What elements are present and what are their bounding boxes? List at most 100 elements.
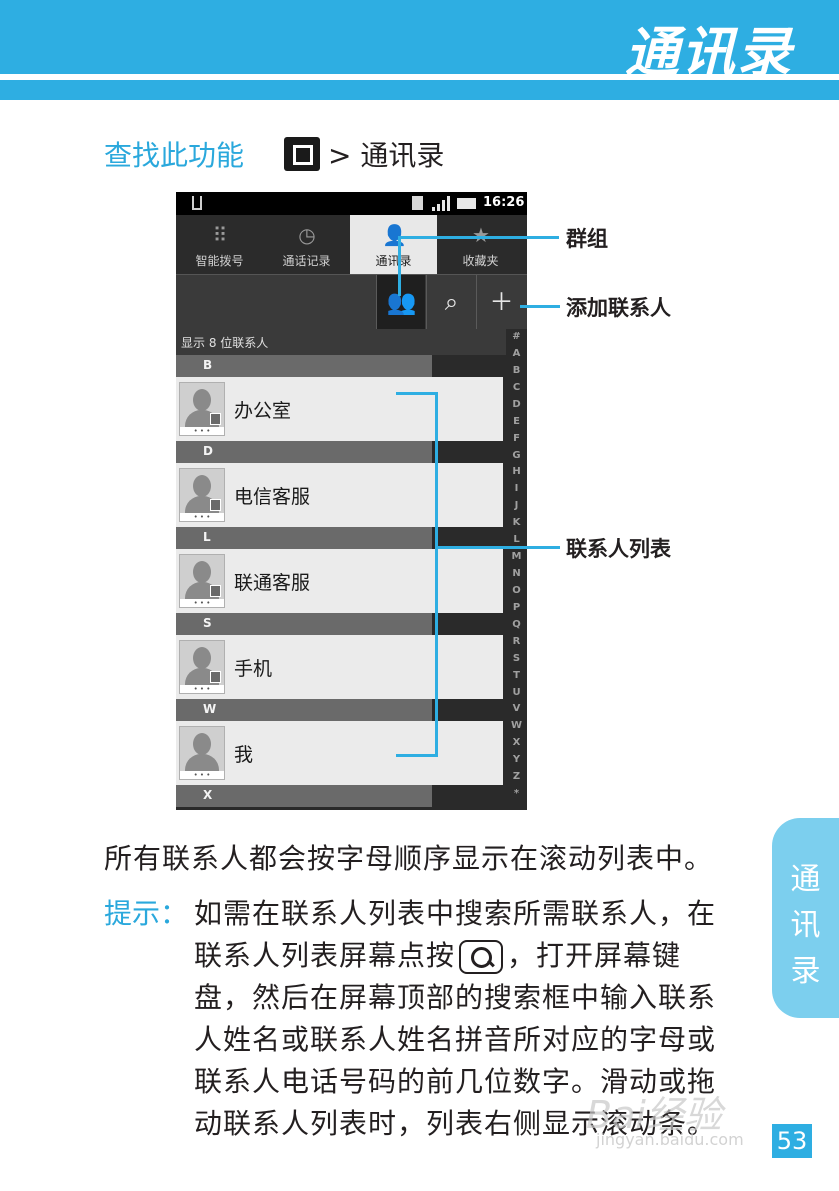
contact-list[interactable]: 显示 8 位联系人 B • • • 办公室 D • • • 电信客服 L • •… (176, 329, 527, 810)
callout-groups: 群组 (566, 227, 608, 251)
section-letter: B (203, 358, 213, 372)
alpha-index-letter[interactable]: K (506, 517, 527, 528)
section-letter: X (203, 788, 213, 802)
page-number: 53 (772, 1124, 812, 1158)
list-item[interactable]: • • • 联通客服 (176, 549, 503, 613)
alpha-index-letter[interactable]: H (506, 466, 527, 477)
avatar-dots: • • • (180, 599, 224, 607)
star-icon: ★ (472, 223, 490, 247)
search-button[interactable]: ⌕ (426, 275, 475, 330)
section-header: W (176, 699, 432, 721)
callout-add-contact: 添加联系人 (566, 296, 671, 320)
alpha-index-letter[interactable]: J (506, 500, 527, 511)
alpha-index-letter[interactable]: Y (506, 754, 527, 765)
tab-bar: ⠿ 智能拨号 ◷ 通话记录 👤 通讯录 ★ 收藏夹 (176, 215, 527, 274)
tab-call-log[interactable]: ◷ 通话记录 (263, 215, 350, 274)
battery-icon (457, 198, 476, 209)
alpha-index-letter[interactable]: B (506, 365, 527, 376)
side-tab-char: 录 (790, 954, 821, 989)
sim-card-icon (210, 413, 221, 425)
tip-line-4: 人姓名或联系人姓名拼音所对应的字母或 (194, 1023, 717, 1056)
alpha-index-letter[interactable]: Z (506, 771, 527, 782)
alpha-index-letter[interactable]: V (506, 703, 527, 714)
avatar-dots: • • • (180, 513, 224, 521)
intro-text: 所有联系人都会按字母顺序显示在滚动列表中。 (104, 842, 714, 875)
find-feature-label: 查找此功能 (104, 139, 245, 172)
contact-name: 我 (234, 744, 254, 766)
sim-card-icon (210, 671, 221, 683)
alpha-index-letter[interactable]: C (506, 382, 527, 393)
alpha-index-letter[interactable]: G (506, 450, 527, 461)
status-bar: 16:26 (176, 192, 527, 215)
search-key-icon (459, 940, 504, 974)
section-letter: S (203, 616, 212, 630)
tab-label: 通话记录 (282, 254, 331, 268)
section-header: S (176, 613, 432, 635)
alpha-index-letter[interactable]: F (506, 433, 527, 444)
contact-name: 手机 (234, 658, 273, 680)
list-item[interactable]: • • • 办公室 (176, 377, 503, 441)
list-item[interactable]: • • • 我 (176, 721, 503, 785)
dialpad-icon: ⠿ (212, 223, 228, 247)
contacts-toolbar: 👥 ⌕ ＋ (176, 274, 527, 330)
contact-count-bar: 显示 8 位联系人 (176, 329, 506, 355)
sim-card-icon (210, 585, 221, 597)
avatar-dots: • • • (180, 427, 224, 435)
avatar-dots: • • • (180, 771, 224, 779)
alpha-index-letter[interactable]: L (506, 534, 527, 545)
plus-icon: ＋ (489, 288, 514, 316)
sim-card-icon (210, 499, 221, 511)
home-key-icon (284, 137, 320, 171)
search-icon: ⌕ (444, 288, 459, 316)
sim-icon (412, 196, 423, 210)
avatar: • • • (179, 726, 225, 780)
callout-line-add (520, 305, 560, 308)
alpha-index-letter[interactable]: W (506, 720, 527, 731)
groups-icon: 👥 (386, 288, 417, 316)
contacts-icon: 👤 (382, 223, 407, 247)
alphabet-index-scrollbar[interactable]: # A B C D E F G H I J K L M N O P Q R S T U V W X Y Z * (506, 329, 527, 810)
side-tab-char: 讯 (790, 908, 821, 943)
alpha-index-letter[interactable]: S (506, 653, 527, 664)
alpha-index-letter[interactable]: N (506, 568, 527, 579)
watermark-url: jingyan.baidu.com (596, 1130, 744, 1149)
alpha-index-letter[interactable]: D (506, 399, 527, 410)
side-tab-char: 通 (790, 862, 821, 897)
usb-icon (192, 196, 202, 210)
alpha-index-letter[interactable]: R (506, 636, 527, 647)
tab-label: 通讯录 (375, 254, 412, 268)
clock-icon: ◷ (298, 223, 316, 247)
page-title: 通讯录 (625, 21, 793, 84)
alpha-index-letter[interactable]: X (506, 737, 527, 748)
callout-line-groups-h (398, 236, 559, 239)
tab-favorites[interactable]: ★ 收藏夹 (437, 215, 524, 274)
list-item[interactable]: • • • 手机 (176, 635, 503, 699)
phone-screenshot: 16:26 ⠿ 智能拨号 ◷ 通话记录 👤 通讯录 ★ 收藏夹 👥 ⌕ ＋ 显示… (176, 192, 527, 810)
alpha-index-letter[interactable]: I (506, 483, 527, 494)
alpha-index-letter[interactable]: # (506, 331, 527, 342)
alpha-index-letter[interactable]: A (506, 348, 527, 359)
alpha-index-letter[interactable]: * (506, 788, 527, 799)
alpha-index-letter[interactable]: U (506, 687, 527, 698)
alpha-index-letter[interactable]: O (506, 585, 527, 596)
contact-name: 办公室 (234, 400, 292, 422)
contact-count: 显示 8 位联系人 (181, 336, 269, 350)
alpha-index-letter[interactable]: M (506, 551, 527, 562)
tip-line-2: 联系人列表屏幕点按 ，打开屏幕键 (194, 934, 681, 974)
section-header: D (176, 441, 432, 463)
find-feature-path: > 通讯录 (328, 139, 445, 172)
tab-label: 收藏夹 (462, 254, 499, 268)
tab-dialpad[interactable]: ⠿ 智能拨号 (176, 215, 263, 274)
alpha-index-letter[interactable]: Q (506, 619, 527, 630)
list-item[interactable]: • • • 电信客服 (176, 463, 503, 527)
section-header: X (176, 785, 432, 807)
tab-contacts[interactable]: 👤 通讯录 (350, 215, 437, 274)
alpha-index-letter[interactable]: T (506, 670, 527, 681)
tip-line-1: 如需在联系人列表中搜索所需联系人，在 (194, 897, 717, 930)
section-header: B (176, 355, 432, 377)
alpha-index-letter[interactable]: P (506, 602, 527, 613)
alpha-index-letter[interactable]: E (506, 416, 527, 427)
tip-line-2b: ，打开屏幕键 (507, 939, 682, 972)
add-contact-button[interactable]: ＋ (476, 275, 525, 330)
chapter-side-tab: 通 讯 录 (772, 818, 839, 1018)
